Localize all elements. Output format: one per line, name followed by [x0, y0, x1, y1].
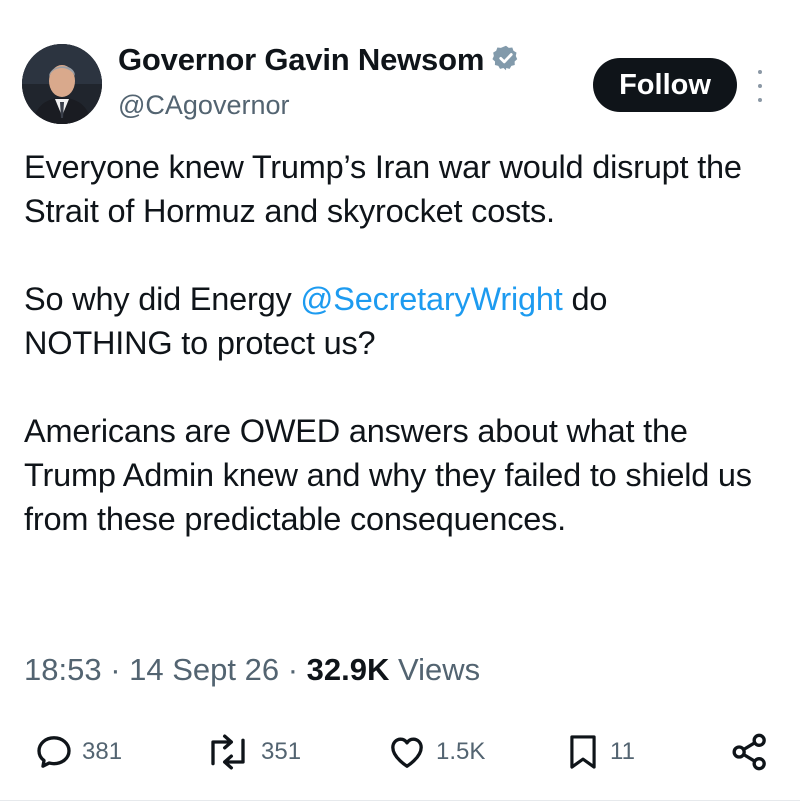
tweet-time[interactable]: 18:53: [24, 652, 102, 687]
repost-icon: [203, 732, 253, 772]
bookmark-icon: [564, 732, 602, 772]
divider: [0, 800, 800, 801]
tweet-paragraph-1: Everyone knew Trump’s Iran war would dis…: [24, 149, 742, 229]
profile-photo: [22, 44, 102, 124]
tweet-date[interactable]: 14 Sept 26: [129, 652, 279, 687]
more-options-icon[interactable]: [752, 66, 768, 106]
author-name-row[interactable]: Governor Gavin Newsom: [118, 42, 520, 78]
share-button[interactable]: [730, 732, 770, 772]
views-label: Views: [389, 652, 481, 687]
bookmark-button[interactable]: 11: [564, 732, 635, 772]
views-count: 32.9K: [306, 652, 390, 687]
reply-count: 381: [82, 738, 123, 765]
tweet-paragraph-2: So why did Energy @SecretaryWright do NO…: [24, 277, 764, 365]
tweet-text-segment: So why did Energy: [24, 281, 301, 317]
like-button[interactable]: 1.5K: [386, 732, 485, 772]
verified-badge-icon: [492, 44, 520, 77]
follow-button[interactable]: Follow: [593, 58, 737, 112]
avatar[interactable]: [22, 44, 102, 124]
tweet-meta: 18:53 · 14 Sept 26 · 32.9K Views: [24, 652, 480, 688]
bookmark-count: 11: [610, 738, 635, 765]
mention-link[interactable]: @SecretaryWright: [300, 281, 562, 317]
tweet-text: Everyone knew Trump’s Iran war would dis…: [24, 145, 764, 585]
author-name[interactable]: Governor Gavin Newsom: [118, 42, 484, 78]
action-bar: 381 351 1.5K 11: [0, 722, 800, 782]
share-icon: [730, 732, 770, 772]
separator-dot: ·: [101, 652, 130, 687]
repost-count: 351: [261, 738, 302, 765]
like-count: 1.5K: [436, 738, 486, 765]
repost-button[interactable]: 351: [203, 732, 301, 772]
tweet-paragraph-3: Americans are OWED answers about what th…: [24, 413, 752, 537]
author-handle[interactable]: @CAgovernor: [118, 90, 289, 121]
reply-button[interactable]: 381: [34, 732, 122, 772]
heart-icon: [386, 732, 428, 772]
reply-icon: [34, 732, 74, 772]
separator-dot: ·: [279, 652, 307, 687]
